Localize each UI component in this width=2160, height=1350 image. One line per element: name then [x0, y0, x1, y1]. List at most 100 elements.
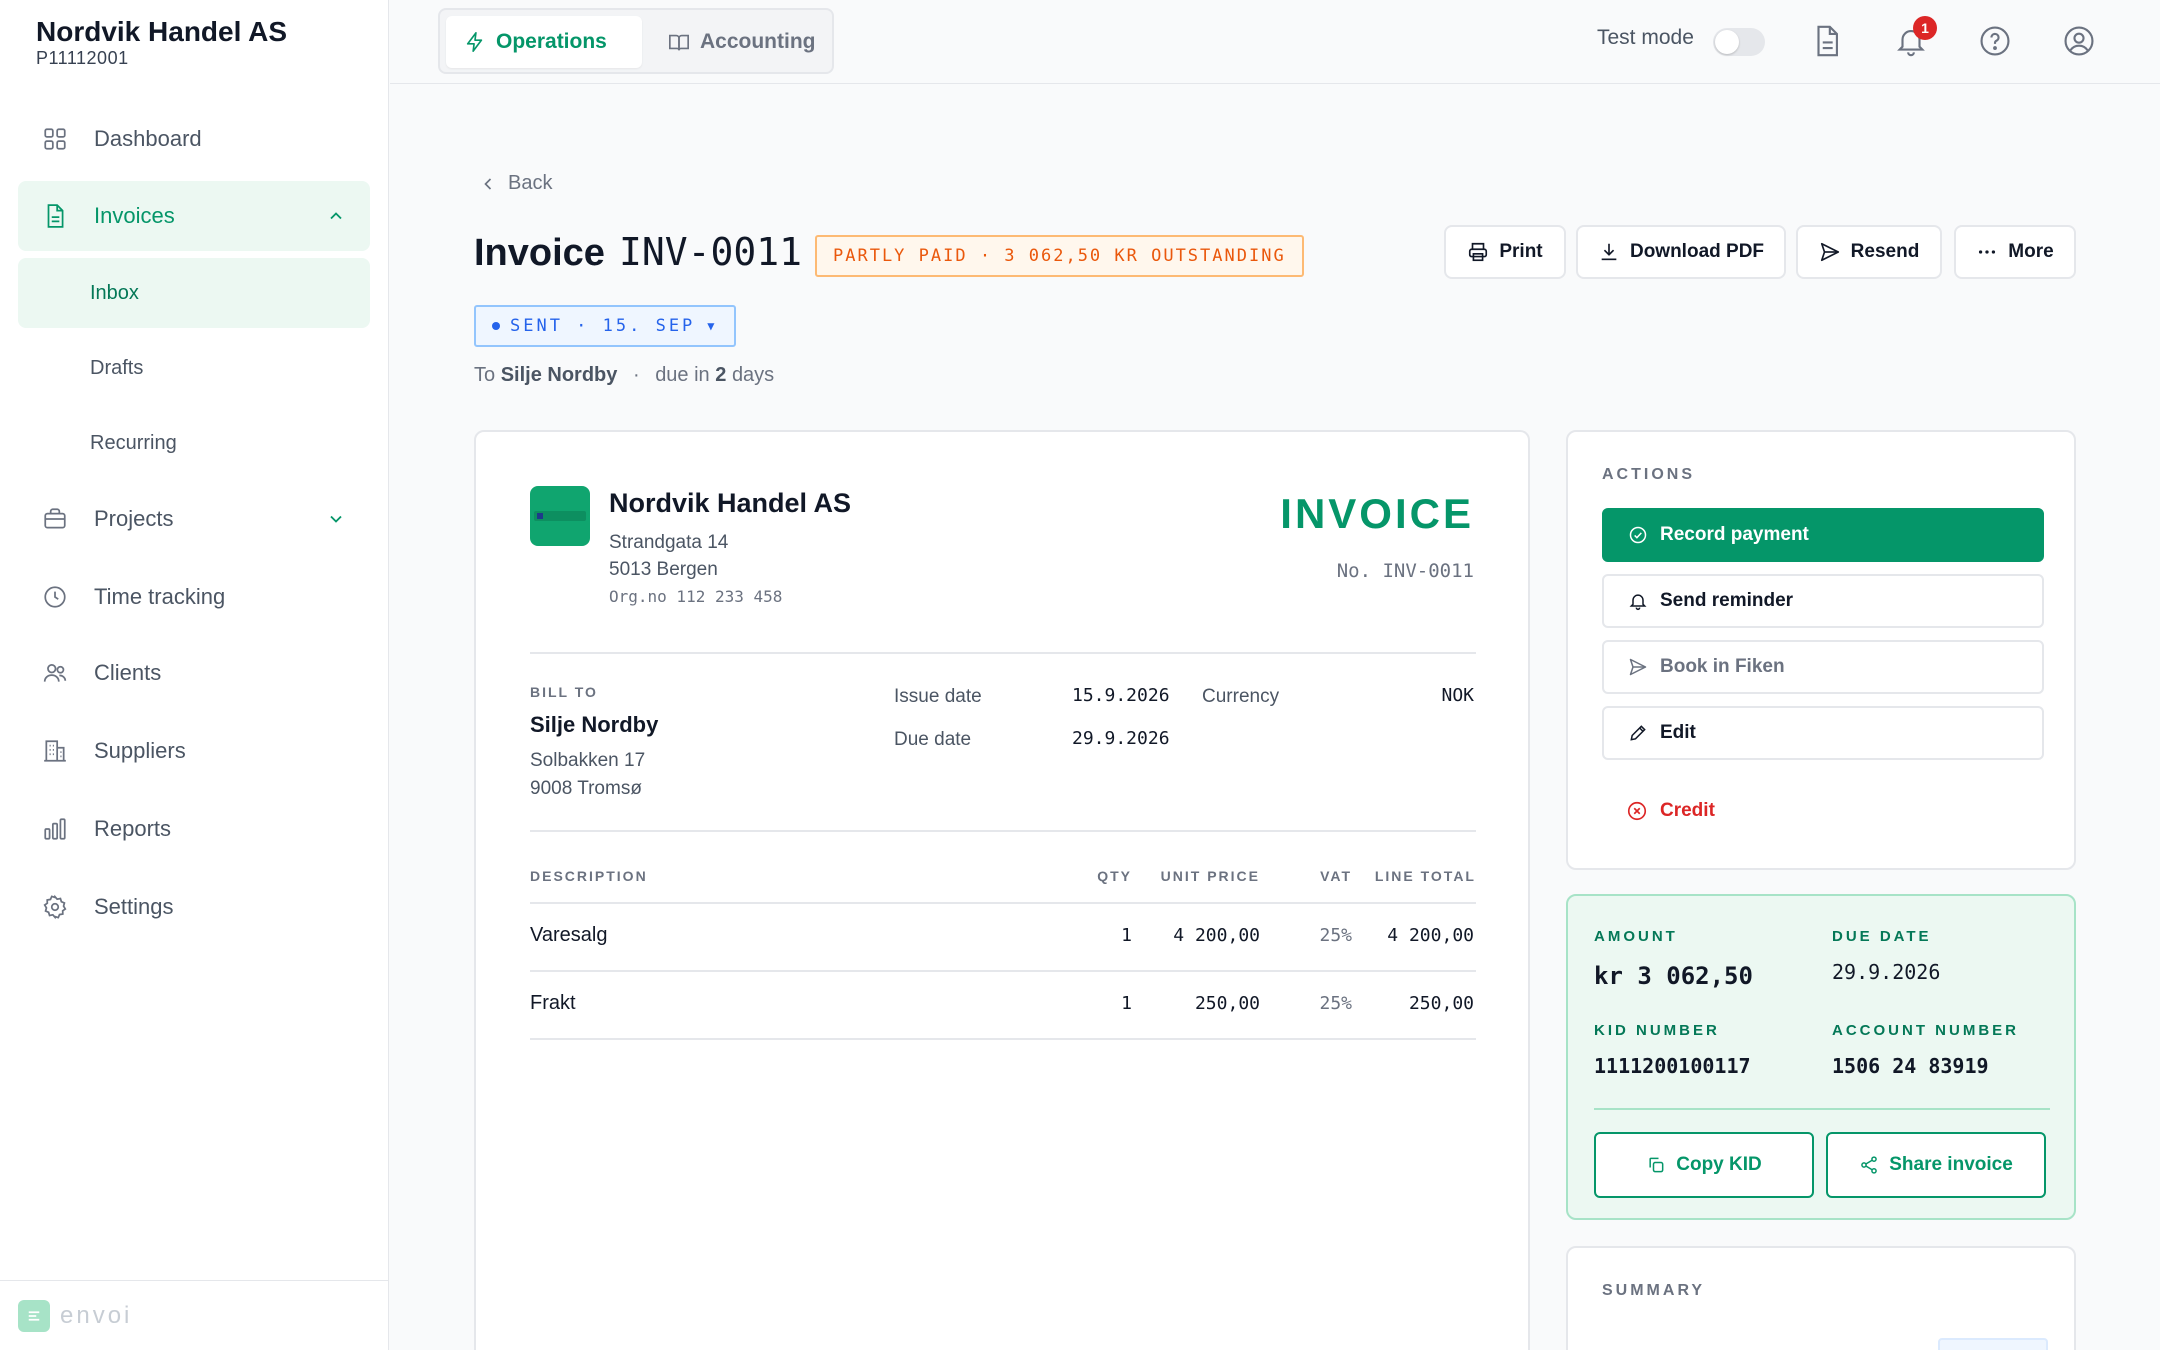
- user-avatar-icon[interactable]: [2062, 24, 2096, 58]
- sidebar-item-dashboard[interactable]: Dashboard: [18, 104, 370, 174]
- org-name[interactable]: Nordvik Handel AS: [36, 16, 287, 48]
- topbar: Operations Accounting Test mode 1: [390, 0, 2160, 84]
- bolt-icon: [466, 32, 483, 52]
- summary-tag: [1938, 1338, 2048, 1350]
- printer-icon: [1469, 242, 1488, 262]
- sidebar-subitem-inbox[interactable]: Inbox: [18, 258, 370, 328]
- sidebar-item-projects[interactable]: Projects: [18, 484, 370, 554]
- due-prefix: due in: [655, 364, 710, 386]
- chevron-down-icon: [330, 515, 342, 523]
- toggle-knob: [1715, 30, 1739, 54]
- briefcase-icon: [44, 508, 66, 529]
- book-in-fiken-button[interactable]: Book in Fiken: [1602, 640, 2044, 694]
- sidebar-item-label: Dashboard: [94, 126, 202, 151]
- sidebar-subitem-recurring[interactable]: Recurring: [18, 408, 370, 478]
- divider: [530, 970, 1476, 972]
- sidebar-item-label: Invoices: [94, 203, 175, 228]
- module-switcher: Operations Accounting: [438, 8, 834, 74]
- title-word: Invoice: [474, 232, 605, 274]
- sidebar-item-suppliers[interactable]: Suppliers: [18, 716, 370, 786]
- company-address-line2: 5013 Bergen: [609, 559, 718, 580]
- sent-status-dropdown[interactable]: SENT · 15. SEP ▼: [474, 305, 736, 347]
- book-in-fiken-label: Book in Fiken: [1660, 656, 1785, 677]
- bell-icon: [1629, 594, 1647, 611]
- actions-panel: ACTIONS Record payment Send reminder Boo…: [1566, 430, 2076, 870]
- test-mode-label: Test mode: [1597, 26, 1694, 49]
- sidebar-item-settings[interactable]: Settings: [18, 872, 370, 942]
- client-name[interactable]: Silje Nordby: [501, 364, 618, 386]
- credit-label: Credit: [1660, 800, 1715, 821]
- to-prefix: To: [474, 364, 496, 386]
- resend-button[interactable]: Resend: [1796, 225, 1942, 279]
- back-label: Back: [508, 172, 553, 194]
- chevron-left-icon: [484, 177, 492, 190]
- resend-label: Resend: [1850, 241, 1920, 262]
- users-icon: [43, 664, 67, 682]
- column-header-vat: VAT: [1320, 868, 1352, 884]
- invoice-number: INV-0011: [618, 230, 802, 274]
- bill-to-name: Silje Nordby: [530, 712, 659, 737]
- sidebar-subitem-drafts[interactable]: Drafts: [18, 333, 370, 403]
- currency-value: NOK: [1441, 685, 1474, 706]
- status-dot: [492, 322, 500, 330]
- back-link[interactable]: Back: [478, 172, 552, 195]
- tab-accounting[interactable]: Accounting: [650, 16, 834, 68]
- test-mode-toggle[interactable]: [1713, 28, 1765, 56]
- sidebar-item-invoices[interactable]: Invoices: [18, 181, 370, 251]
- separator: ·: [632, 364, 640, 386]
- credit-button[interactable]: Credit: [1626, 800, 1715, 822]
- edit-button[interactable]: Edit: [1602, 706, 2044, 760]
- clock-icon: [44, 586, 66, 608]
- brand-name: envoi: [60, 1301, 133, 1329]
- copy-kid-button[interactable]: Copy KID: [1594, 1132, 1814, 1198]
- account-number-value: 1506 24 83919: [1832, 1054, 1989, 1078]
- line-description: Frakt: [530, 992, 576, 1014]
- download-pdf-button[interactable]: Download PDF: [1576, 225, 1786, 279]
- share-invoice-button[interactable]: Share invoice: [1826, 1132, 2046, 1198]
- download-label: Download PDF: [1629, 241, 1765, 262]
- tab-label: Operations: [496, 30, 607, 53]
- sidebar-item-reports[interactable]: Reports: [18, 794, 370, 864]
- account-number-label: ACCOUNT NUMBER: [1832, 1022, 2019, 1039]
- line-total: 4 200,00: [1387, 925, 1474, 946]
- more-button[interactable]: More: [1954, 225, 2076, 279]
- sidebar-item-clients[interactable]: Clients: [18, 638, 370, 708]
- help-icon[interactable]: [1978, 24, 2012, 58]
- due-days: 2: [715, 364, 727, 386]
- document-icon: [47, 204, 64, 228]
- tab-operations[interactable]: Operations: [446, 16, 642, 68]
- record-payment-button[interactable]: Record payment: [1602, 508, 2044, 562]
- divider: [530, 1038, 1476, 1040]
- line-total: 250,00: [1408, 993, 1474, 1014]
- copy-icon: [1649, 1157, 1664, 1173]
- column-header-description: DESCRIPTION: [530, 868, 648, 884]
- column-header-unit-price: UNIT PRICE: [1160, 868, 1260, 884]
- due-date-value: 29.9.2026: [1832, 960, 1941, 984]
- send-reminder-label: Send reminder: [1660, 590, 1794, 611]
- line-qty: 1: [1121, 993, 1132, 1014]
- sidebar-item-label: Suppliers: [94, 738, 186, 763]
- company-org-number: Org.no 112 233 458: [609, 587, 783, 606]
- org-id: P11112001: [36, 48, 129, 68]
- recipient-line: To Silje Nordby · due in 2 days: [474, 364, 774, 387]
- sent-status-label: SENT · 15. SEP: [510, 316, 696, 336]
- line-unit-price: 4 200,00: [1173, 925, 1260, 946]
- sidebar-item-label: Settings: [94, 894, 174, 919]
- send-reminder-button[interactable]: Send reminder: [1602, 574, 2044, 628]
- record-payment-label: Record payment: [1660, 524, 1809, 545]
- document-icon[interactable]: [1810, 24, 1844, 58]
- bill-to-address-line2: 9008 Tromsø: [530, 778, 642, 799]
- currency-label: Currency: [1202, 686, 1280, 707]
- print-button[interactable]: Print: [1444, 225, 1566, 279]
- due-suffix: days: [731, 364, 775, 386]
- kid-number-label: KID NUMBER: [1594, 1022, 1720, 1039]
- line-unit-price: 250,00: [1194, 993, 1260, 1014]
- column-header-line-total: LINE TOTAL: [1374, 868, 1476, 884]
- status-badge: PARTLY PAID · 3 062,50 KR OUTSTANDING: [815, 235, 1304, 277]
- line-qty: 1: [1121, 925, 1132, 946]
- summary-panel: SUMMARY: [1566, 1246, 2076, 1350]
- sidebar-item-time-tracking[interactable]: Time tracking: [18, 562, 370, 632]
- invoice-document: Nordvik Handel AS Strandgata 14 5013 Ber…: [474, 430, 1530, 1350]
- column-header-qty: QTY: [1097, 868, 1132, 884]
- invoice-number-label: No. INV-0011: [1336, 560, 1474, 582]
